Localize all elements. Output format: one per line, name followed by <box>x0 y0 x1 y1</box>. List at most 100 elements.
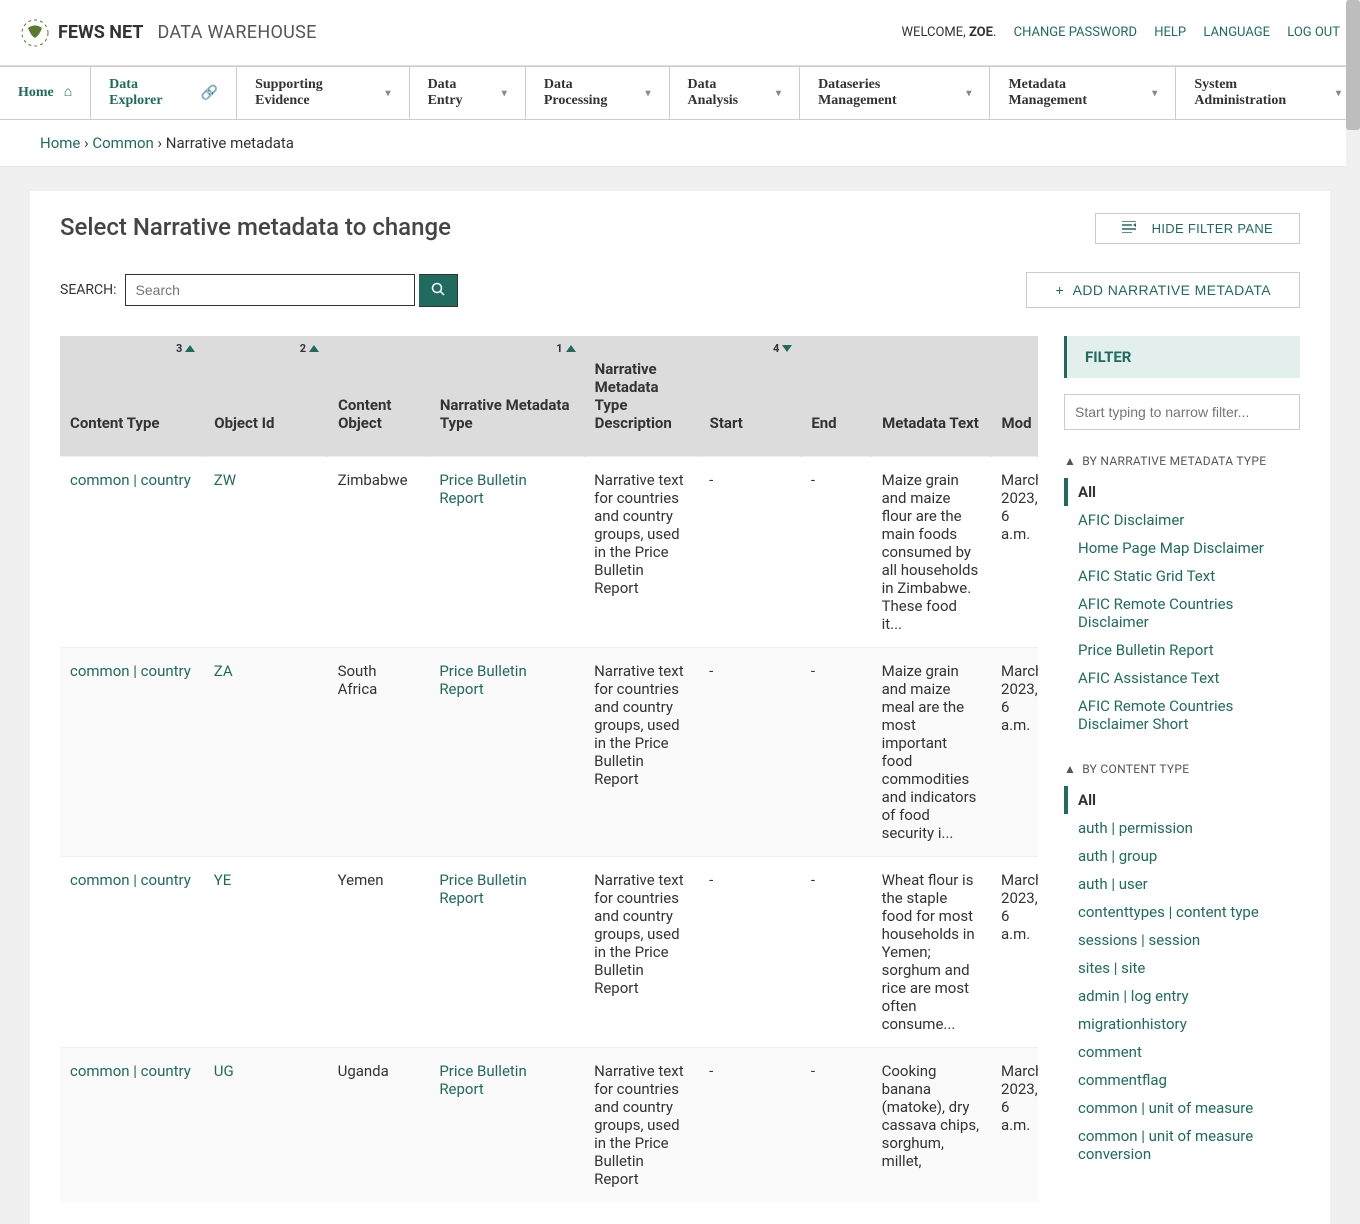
cell-content-type[interactable]: common | country <box>60 1048 204 1203</box>
filter-item[interactable]: commentflag <box>1064 1066 1300 1094</box>
col-narrative-metadata-type-description[interactable]: Narrative Metadata Type Description <box>584 336 699 457</box>
sort-indicator[interactable]: 4 <box>773 342 792 355</box>
col-content-type[interactable]: Content Type 3 <box>60 336 204 457</box>
filter-item[interactable]: All <box>1064 786 1300 814</box>
filter-item[interactable]: auth | user <box>1064 870 1300 898</box>
col-end[interactable]: End <box>801 336 872 457</box>
logo-block[interactable]: FEWS NET DATA WAREHOUSE <box>20 18 317 48</box>
filter-item[interactable]: common | unit of measure conversion <box>1064 1122 1300 1168</box>
search-button[interactable] <box>419 274 458 307</box>
cell-nm-type[interactable]: Price Bulletin Report <box>429 457 584 648</box>
filter-item[interactable]: sessions | session <box>1064 926 1300 954</box>
col-end-label: End <box>811 414 836 432</box>
nav-system-administration[interactable]: System Administration ▾ <box>1176 67 1360 119</box>
filter-list-content-type: Allauth | permissionauth | groupauth | u… <box>1064 786 1300 1168</box>
results-table-wrap: Content Type 3 Object Id 2 Content Objec… <box>60 336 1038 1202</box>
change-password-link[interactable]: CHANGE PASSWORD <box>1014 25 1137 40</box>
cell-m-text: Wheat flour is the staple food for most … <box>872 857 991 1048</box>
filter-item[interactable]: All <box>1064 478 1300 506</box>
help-link[interactable]: HELP <box>1154 25 1186 40</box>
nav-data-analysis[interactable]: Data Analysis ▾ <box>670 67 801 119</box>
sort-indicator[interactable]: 3 <box>176 342 195 355</box>
cell-nm-type[interactable]: Price Bulletin Report <box>429 857 584 1048</box>
logout-link[interactable]: LOG OUT <box>1287 25 1340 40</box>
search-input[interactable] <box>125 274 415 306</box>
cell-modified: March 2023, 6 a.m. <box>991 857 1037 1048</box>
filter-item[interactable]: Home Page Map Disclaimer <box>1064 534 1300 562</box>
nav-dataseries-management[interactable]: Dataseries Management ▾ <box>800 67 990 119</box>
add-narrative-metadata-button[interactable]: + ADD NARRATIVE METADATA <box>1026 272 1300 308</box>
col-nm-desc-label: Narrative Metadata Type Description <box>595 360 672 432</box>
filter-section-narrative-type[interactable]: ▲ BY NARRATIVE METADATA TYPE <box>1064 454 1300 468</box>
filter-item[interactable]: contenttypes | content type <box>1064 898 1300 926</box>
filter-pane-title: FILTER <box>1064 336 1300 378</box>
nav-home-label: Home <box>18 85 54 101</box>
cell-nm-type[interactable]: Price Bulletin Report <box>429 1048 584 1203</box>
nav-metadata-management[interactable]: Metadata Management ▾ <box>990 67 1176 119</box>
col-object-id[interactable]: Object Id 2 <box>204 336 328 457</box>
hide-filter-pane-button[interactable]: HIDE FILTER PANE <box>1095 213 1300 244</box>
table-row[interactable]: common | countryZWZimbabwePrice Bulletin… <box>60 457 1038 648</box>
cell-nm-type[interactable]: Price Bulletin Report <box>429 648 584 857</box>
cell-object-id[interactable]: ZA <box>204 648 328 857</box>
search-block: SEARCH: <box>60 274 458 307</box>
filter-item[interactable]: auth | permission <box>1064 814 1300 842</box>
breadcrumb-common[interactable]: Common <box>92 134 153 152</box>
cell-nm-desc: Narrative text for countries and country… <box>584 1048 699 1203</box>
table-row[interactable]: common | countryZASouth AfricaPrice Bull… <box>60 648 1038 857</box>
filter-list-narrative-type: AllAFIC DisclaimerHome Page Map Disclaim… <box>1064 478 1300 738</box>
filter-item[interactable]: common | unit of measure <box>1064 1094 1300 1122</box>
col-content-type-label: Content Type <box>70 414 160 432</box>
nav-supporting-evidence[interactable]: Supporting Evidence ▾ <box>237 67 409 119</box>
scrollbar[interactable] <box>1346 0 1360 896</box>
filter-item[interactable]: AFIC Assistance Text <box>1064 664 1300 692</box>
filter-item[interactable]: AFIC Disclaimer <box>1064 506 1300 534</box>
nav-data-explorer-label: Data Explorer <box>109 77 191 109</box>
chevron-down-icon: ▾ <box>502 88 507 99</box>
nav-data-explorer[interactable]: Data Explorer 🔗 <box>91 67 237 119</box>
breadcrumb: Home › Common › Narrative metadata <box>0 120 1360 167</box>
collapse-icon: ▲ <box>1064 762 1076 776</box>
filter-item[interactable]: AFIC Remote Countries Disclaimer <box>1064 590 1300 636</box>
sort-indicator[interactable]: 1 <box>556 342 575 355</box>
filter-item[interactable]: AFIC Remote Countries Disclaimer Short <box>1064 692 1300 738</box>
col-start[interactable]: Start 4 <box>699 336 801 457</box>
breadcrumb-home[interactable]: Home <box>40 134 80 152</box>
main-nav: Home ⌂ Data Explorer 🔗 Supporting Eviden… <box>0 66 1360 120</box>
col-m-text-label: Metadata Text <box>882 414 979 432</box>
cell-nm-desc: Narrative text for countries and country… <box>584 457 699 648</box>
nav-data-processing[interactable]: Data Processing ▾ <box>526 67 670 119</box>
cell-object-id[interactable]: ZW <box>204 457 328 648</box>
nav-dataseries-mgmt-label: Dataseries Management <box>818 77 956 109</box>
language-link[interactable]: LANGUAGE <box>1203 25 1270 40</box>
table-row[interactable]: common | countryYEYemenPrice Bulletin Re… <box>60 857 1038 1048</box>
nav-data-entry[interactable]: Data Entry ▾ <box>410 67 526 119</box>
filter-search-input[interactable] <box>1064 394 1300 430</box>
cell-content-type[interactable]: common | country <box>60 457 204 648</box>
cell-content-type[interactable]: common | country <box>60 648 204 857</box>
nav-home[interactable]: Home ⌂ <box>0 67 91 119</box>
filter-item[interactable]: admin | log entry <box>1064 982 1300 1010</box>
cell-end: - <box>801 1048 872 1203</box>
col-narrative-metadata-type[interactable]: Narrative Metadata Type 1 <box>429 336 584 457</box>
filter-item[interactable]: Price Bulletin Report <box>1064 636 1300 664</box>
cell-object-id[interactable]: UG <box>204 1048 328 1203</box>
filter-item[interactable]: sites | site <box>1064 954 1300 982</box>
nav-metadata-mgmt-label: Metadata Management <box>1008 77 1142 109</box>
sort-indicator[interactable]: 2 <box>300 342 319 355</box>
cell-content-object: South Africa <box>328 648 430 857</box>
nav-data-entry-label: Data Entry <box>428 77 492 109</box>
filter-item[interactable]: migrationhistory <box>1064 1010 1300 1038</box>
filter-section-content-type[interactable]: ▲ BY CONTENT TYPE <box>1064 762 1300 776</box>
col-content-object[interactable]: Content Object <box>328 336 430 457</box>
filter-item[interactable]: auth | group <box>1064 842 1300 870</box>
cell-object-id[interactable]: YE <box>204 857 328 1048</box>
col-metadata-text[interactable]: Metadata Text <box>872 336 991 457</box>
scrollbar-thumb[interactable] <box>1346 0 1360 130</box>
table-row[interactable]: common | countryUGUgandaPrice Bulletin R… <box>60 1048 1038 1203</box>
cell-content-type[interactable]: common | country <box>60 857 204 1048</box>
filter-item[interactable]: AFIC Static Grid Text <box>1064 562 1300 590</box>
col-modified[interactable]: Mod <box>991 336 1037 457</box>
link-icon: 🔗 <box>201 85 218 102</box>
filter-item[interactable]: comment <box>1064 1038 1300 1066</box>
